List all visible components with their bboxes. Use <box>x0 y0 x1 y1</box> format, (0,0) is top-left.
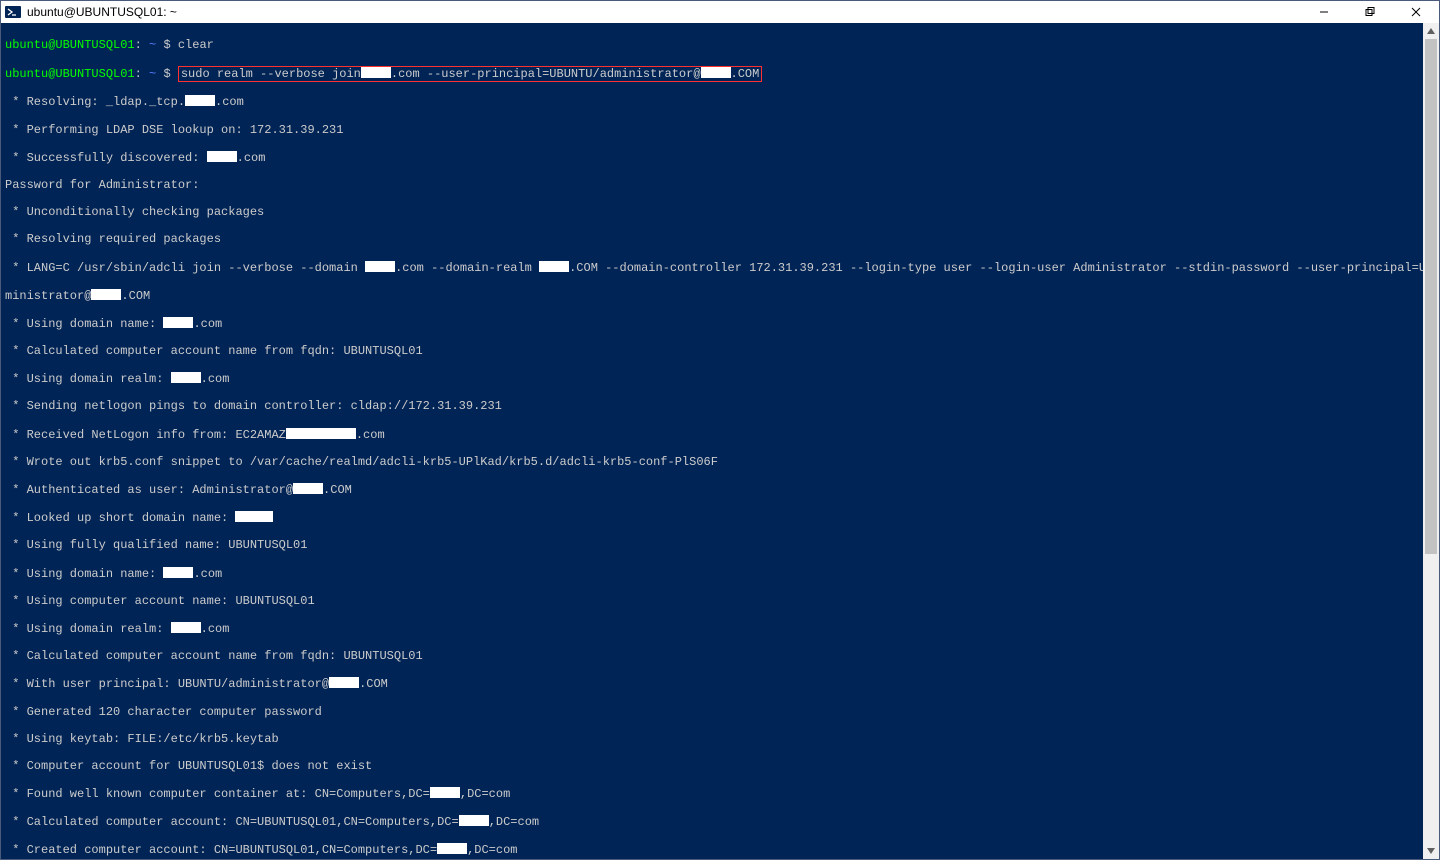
output-line: * Using domain name: .com <box>5 317 1419 332</box>
redaction <box>185 95 215 106</box>
terminal-area[interactable]: ubuntu@UBUNTUSQL01: ~ $ clear ubuntu@UBU… <box>1 23 1439 859</box>
scroll-track[interactable] <box>1423 39 1439 843</box>
output-line: * Calculated computer account name from … <box>5 345 1419 359</box>
prompt-user: ubuntu@UBUNTUSQL01 <box>5 67 135 81</box>
redaction <box>163 567 193 578</box>
close-button[interactable] <box>1393 1 1439 23</box>
scroll-down-button[interactable] <box>1423 843 1439 859</box>
output-line: * Sending netlogon pings to domain contr… <box>5 400 1419 414</box>
output-line: * LANG=C /usr/sbin/adcli join --verbose … <box>5 261 1419 276</box>
output-line: * Created computer account: CN=UBUNTUSQL… <box>5 843 1419 858</box>
output-line: * Computer account for UBUNTUSQL01$ does… <box>5 760 1419 774</box>
output-line: * Calculated computer account: CN=UBUNTU… <box>5 815 1419 830</box>
redaction <box>91 289 121 300</box>
scroll-thumb[interactable] <box>1425 39 1437 554</box>
app-window: ubuntu@UBUNTUSQL01: ~ ubuntu@UBUNTUSQL01… <box>0 0 1440 860</box>
redaction <box>437 843 467 854</box>
output-line: Password for Administrator: <box>5 179 1419 193</box>
output-line: * Using domain name: .com <box>5 567 1419 582</box>
powershell-icon <box>5 4 21 20</box>
output-line: * Using domain realm: .com <box>5 372 1419 387</box>
output-line: * Successfully discovered: .com <box>5 151 1419 166</box>
redaction <box>701 67 731 78</box>
redaction <box>430 787 460 798</box>
output-line: * Using computer account name: UBUNTUSQL… <box>5 595 1419 609</box>
redaction <box>207 151 237 162</box>
redaction <box>286 428 356 439</box>
highlighted-command: sudo realm --verbose join.com --user-pri… <box>178 66 763 82</box>
output-line: * Wrote out krb5.conf snippet to /var/ca… <box>5 456 1419 470</box>
redaction <box>293 483 323 494</box>
title-bar[interactable]: ubuntu@UBUNTUSQL01: ~ <box>1 1 1439 23</box>
output-line: * Generated 120 character computer passw… <box>5 706 1419 720</box>
window-title: ubuntu@UBUNTUSQL01: ~ <box>27 5 177 19</box>
output-line: * Resolving required packages <box>5 233 1419 247</box>
output-line: * Resolving: _ldap._tcp..com <box>5 95 1419 110</box>
output-line: * Using fully qualified name: UBUNTUSQL0… <box>5 539 1419 553</box>
redaction <box>361 67 391 78</box>
output-line: * With user principal: UBUNTU/administra… <box>5 677 1419 692</box>
redaction <box>171 622 201 633</box>
output-line: * Performing LDAP DSE lookup on: 172.31.… <box>5 124 1419 138</box>
scroll-up-button[interactable] <box>1423 23 1439 39</box>
redaction <box>163 317 193 328</box>
prompt-path: ~ <box>149 38 156 52</box>
output-line: * Calculated computer account name from … <box>5 650 1419 664</box>
redaction <box>539 261 569 272</box>
minimize-button[interactable] <box>1301 1 1347 23</box>
maximize-button[interactable] <box>1347 1 1393 23</box>
redaction <box>171 372 201 383</box>
output-line: * Found well known computer container at… <box>5 787 1419 802</box>
output-line: * Looked up short domain name: <box>5 511 1419 526</box>
redaction <box>365 261 395 272</box>
redaction <box>459 815 489 826</box>
output-line: * Unconditionally checking packages <box>5 206 1419 220</box>
vertical-scrollbar[interactable] <box>1423 23 1439 859</box>
redaction <box>329 677 359 688</box>
output-line: * Using keytab: FILE:/etc/krb5.keytab <box>5 733 1419 747</box>
output-line: * Using domain realm: .com <box>5 622 1419 637</box>
redaction <box>235 511 273 522</box>
output-line: * Authenticated as user: Administrator@.… <box>5 483 1419 498</box>
command-clear: clear <box>178 38 214 52</box>
prompt-path: ~ <box>149 67 156 81</box>
terminal-output[interactable]: ubuntu@UBUNTUSQL01: ~ $ clear ubuntu@UBU… <box>1 23 1423 859</box>
prompt-line: ubuntu@UBUNTUSQL01: ~ $ sudo realm --ver… <box>5 66 1419 82</box>
output-line: ministrator@.COM <box>5 289 1419 304</box>
prompt-line: ubuntu@UBUNTUSQL01: ~ $ clear <box>5 39 1419 53</box>
prompt-user: ubuntu@UBUNTUSQL01 <box>5 38 135 52</box>
output-line: * Received NetLogon info from: EC2AMAZ.c… <box>5 428 1419 443</box>
